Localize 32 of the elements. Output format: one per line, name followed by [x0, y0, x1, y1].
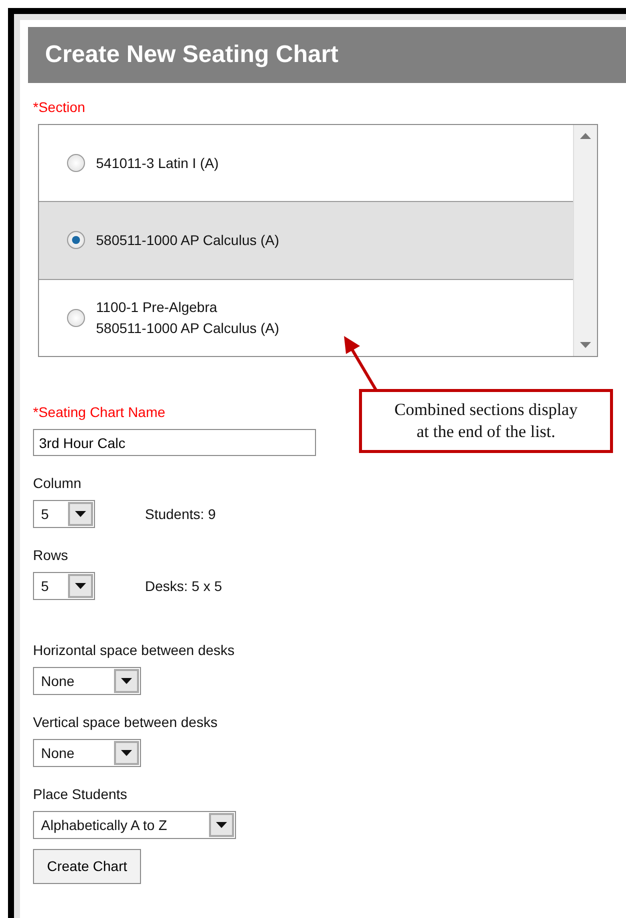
- dropdown[interactable]: 5: [33, 572, 95, 600]
- radio-button[interactable]: [67, 308, 85, 327]
- dropdown[interactable]: None: [33, 739, 141, 767]
- section-label: *Section: [33, 99, 86, 116]
- create-chart-button[interactable]: Create Chart: [33, 849, 142, 884]
- info-text: Students: 9: [145, 504, 216, 524]
- arrow: [344, 336, 378, 391]
- scroll-up-icon[interactable]: [580, 133, 591, 139]
- callout-text: Combined sections display at the end of the list.: [359, 389, 613, 453]
- dropdown[interactable]: Alphabetically A to Z: [33, 811, 236, 839]
- field-label: Horizontal space between desks: [33, 642, 235, 659]
- section-option[interactable]: 580511-1000 AP Calculus (A): [39, 202, 573, 280]
- section-option[interactable]: 1100-1 Pre-Algebra 580511-1000 AP Calculus (A): [39, 280, 573, 356]
- caret-icon[interactable]: [121, 678, 132, 684]
- radio-button[interactable]: [67, 231, 85, 250]
- caret-icon[interactable]: [75, 511, 86, 517]
- caret-icon[interactable]: [216, 822, 227, 828]
- text-field[interactable]: 3rd Hour Calc: [33, 429, 316, 456]
- caret-icon[interactable]: [121, 750, 132, 756]
- scroll-down-icon[interactable]: [580, 342, 591, 348]
- caret-icon[interactable]: [75, 583, 86, 589]
- field-label: Rows: [33, 547, 68, 564]
- field-label: Vertical space between desks: [33, 714, 218, 731]
- scrollbar[interactable]: [573, 125, 597, 356]
- dropdown[interactable]: 5: [33, 500, 95, 528]
- info-text: Desks: 5 x 5: [145, 576, 222, 596]
- field-label: Column: [33, 475, 82, 492]
- dropdown[interactable]: None: [33, 667, 141, 695]
- page-title: Create New Seating Chart: [45, 40, 338, 70]
- field-label: Place Students: [33, 786, 128, 803]
- radio-button[interactable]: [67, 154, 85, 172]
- field-label: *Seating Chart Name: [33, 404, 166, 421]
